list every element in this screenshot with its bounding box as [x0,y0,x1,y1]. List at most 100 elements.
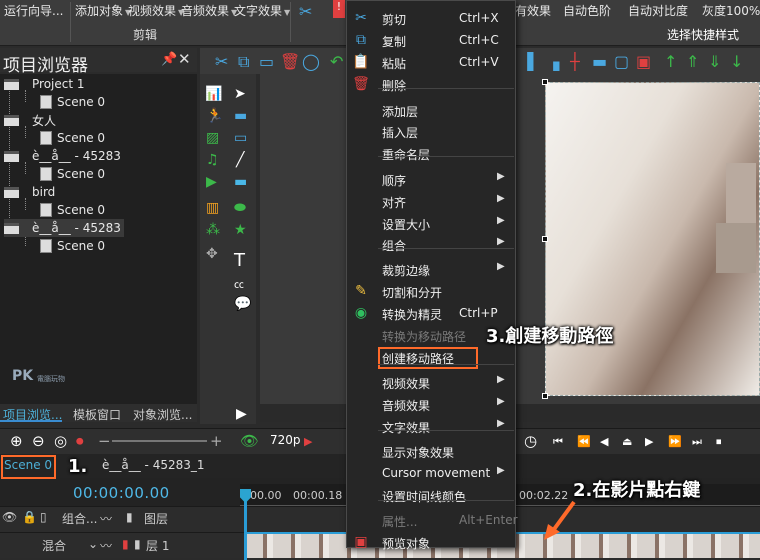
circle-icon[interactable]: ◯ [302,52,320,71]
menu-item[interactable]: 创建移动路径 [346,347,516,369]
ellipse-icon[interactable]: ⬬ [234,200,246,216]
goto-end-icon[interactable]: ⏭ [692,435,702,449]
menu-item[interactable]: 文字效果 ▶ [346,416,516,438]
tree-item-project-selected[interactable]: è__å__ - 45283 [4,219,124,237]
add-track-icon[interactable]: ⊕ [10,432,23,450]
rect-icon[interactable]: ▬ [234,108,247,124]
align-icon[interactable]: ▐ [521,52,533,71]
menu-item[interactable]: 重命名层 [346,143,516,165]
menu-item[interactable]: 添加层 [346,100,516,122]
chart-icon[interactable]: 📊 [205,86,222,102]
rectangle-shape-icon[interactable]: ▬ [234,174,247,190]
tree-item-scene[interactable]: Scene 0 [40,165,105,183]
resolution-select[interactable]: 720p [270,433,301,447]
goto-start-icon[interactable]: ⏮ [553,435,563,449]
menu-item[interactable]: 视频效果 ▶ [346,372,516,394]
record-icon[interactable]: ⏺ [76,432,84,450]
menu-item[interactable]: ▣ 预览对象 [346,532,516,554]
tree-item-scene[interactable]: Scene 0 [40,129,105,147]
resize-handle[interactable] [542,393,548,399]
frame-center-icon[interactable]: ▣ [636,52,651,71]
copy-icon[interactable]: ⧉ [238,52,249,72]
arrow-down-icon[interactable]: ⇓ [708,52,721,71]
star-icon[interactable]: ★ [234,222,247,238]
move-icon[interactable]: ✥ [206,246,218,262]
menu-item[interactable]: 🗑 删除 [346,74,516,96]
tree-item-project[interactable]: è__å__ - 45283 [4,147,121,165]
zoom-slider[interactable] [112,440,207,442]
tree-item-project[interactable]: bird [4,183,55,201]
align-middle-icon[interactable]: ▬ [592,52,607,71]
menu-item[interactable]: 顺序 ▶ [346,169,516,191]
tab-template-window[interactable]: 模板窗口 [73,406,121,423]
track-color-icon[interactable]: ▮ [122,537,129,551]
music-icon[interactable]: ♫ [206,152,219,168]
path-icon[interactable]: ⁂ [206,222,220,238]
menu-item[interactable]: 📋 粘贴 Ctrl+V [346,52,516,74]
undo-icon[interactable]: ↶ [330,52,343,71]
ribbon-video-effects-button[interactable]: 视频效果 ▼ [128,2,184,19]
menu-item[interactable]: 设置大小 ▶ [346,213,516,235]
tree-item-project[interactable]: 女人 [4,111,56,129]
menu-item[interactable]: 裁剪边缘 ▶ [346,259,516,281]
tree-item-project[interactable]: Project 1 [4,75,85,93]
ribbon-auto-contrast-button[interactable]: 自动对比度 [628,2,688,19]
cut-icon[interactable]: ✂ [215,52,228,71]
menu-item[interactable]: ✂ 剪切 Ctrl+X [346,8,516,30]
menu-item[interactable]: ✎ 切割和分开 [346,281,516,303]
arrow-up-icon[interactable]: ⇑ [686,52,699,71]
pointer-icon[interactable]: ➤ [234,86,246,102]
remove-track-icon[interactable]: ⊖ [32,432,45,450]
video-icon[interactable]: ▶ [206,174,217,190]
tree-item-scene[interactable]: Scene 0 [40,237,105,255]
menu-item[interactable]: 显示对象效果 [346,441,516,463]
chevron-down-icon[interactable]: ⌄ [88,537,98,551]
pin-icon[interactable]: 📌 [161,52,177,67]
ribbon-grayscale-button[interactable]: 灰度100% [702,2,760,19]
step-back-icon[interactable]: ◀ [600,435,608,448]
loop-icon[interactable]: ⏹ [716,435,722,449]
arrow-down-icon[interactable]: ↓ [730,52,743,71]
tree-item-scene[interactable]: Scene 0 [40,93,105,111]
play-forward-icon[interactable]: ▶ [645,435,653,448]
play-icon[interactable]: ▶ [304,435,312,448]
quick-style-label[interactable]: 选择快捷样式 [667,26,739,43]
ribbon-effect-button[interactable]: 有效果 [515,2,551,19]
ribbon-wizard-button[interactable]: 运行向导... [4,2,63,19]
expand-icon[interactable]: ▶ [236,406,247,422]
fast-forward-icon[interactable]: ⏩ [668,435,682,448]
frame-icon[interactable]: ▢ [614,52,629,71]
rewind-icon[interactable]: ⏪ [577,435,591,448]
tab-object-browser[interactable]: 对象浏览... [133,406,192,423]
scene-path-tab[interactable]: è__å__ - 45283_1 [102,458,205,472]
ribbon-audio-effects-button[interactable]: 音频效果 ▼ [181,2,237,19]
zoom-out-icon[interactable]: − [98,432,111,450]
video-frame[interactable] [545,82,760,396]
lock-icon[interactable]: 🔒 [22,510,37,524]
align-center-icon[interactable]: ┼ [570,52,580,71]
menu-item[interactable]: 组合 ▶ [346,234,516,256]
menu-item[interactable]: 音频效果 ▶ [346,394,516,416]
ribbon-delete-icon[interactable]: ! [333,0,345,18]
ribbon-text-effects-button[interactable]: 文字效果 ▼ [234,2,290,19]
ribbon-scissors-icon[interactable]: ✂ [299,2,312,21]
close-icon[interactable]: ✕ [178,50,191,68]
clock-icon[interactable]: ◷ [524,432,537,450]
tree-item-scene[interactable]: Scene 0 [40,201,105,219]
blend-mode-label[interactable]: 混合 [42,537,66,554]
ribbon-auto-levels-button[interactable]: 自动色阶 [563,2,611,19]
menu-item[interactable]: ⧉ 复制 Ctrl+C [346,30,516,52]
text-icon[interactable]: T [234,250,245,271]
paste-icon[interactable]: ▭ [259,52,274,71]
line-icon[interactable]: ╱ [236,152,244,168]
ribbon-add-object-button[interactable]: 添加对象 ▼ [75,2,131,19]
arrow-up-icon[interactable]: ↑ [664,52,677,71]
resize-handle[interactable] [542,236,548,242]
track-props-icon[interactable]: ▮ [134,537,141,551]
bars-icon[interactable]: ▥ [206,200,219,216]
menu-item[interactable]: 对齐 ▶ [346,191,516,213]
cc-icon[interactable]: ㏄ [234,276,244,291]
menu-item[interactable]: Cursor movement ▶ [346,463,516,485]
resize-handle[interactable] [542,79,548,85]
marker-icon[interactable]: ⏏ [622,435,632,448]
